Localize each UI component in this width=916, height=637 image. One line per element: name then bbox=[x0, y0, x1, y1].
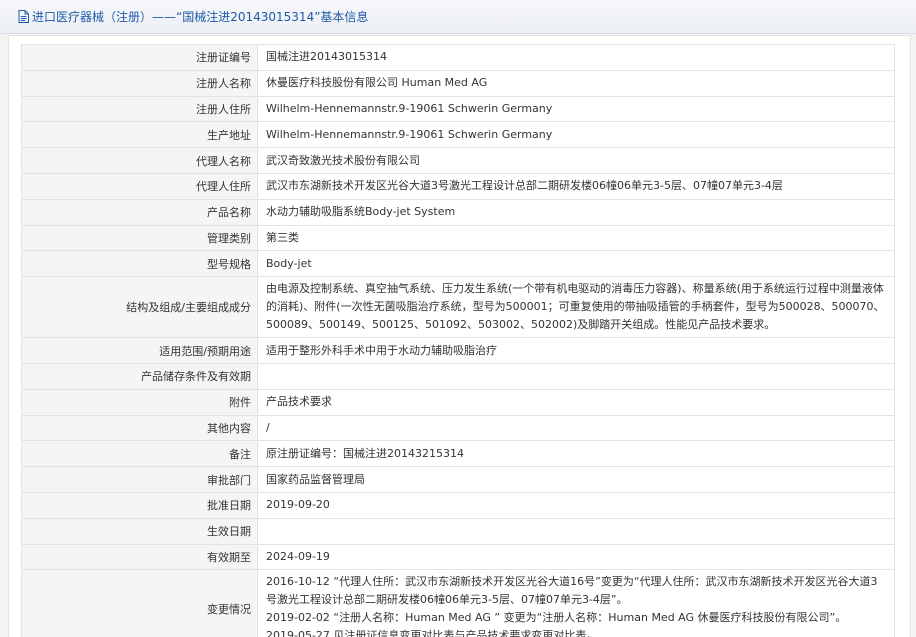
row-value: Wilhelm-Hennemannstr.9-19061 Schwerin Ge… bbox=[257, 121, 895, 149]
row-value: / bbox=[257, 414, 895, 442]
row-value: 武汉市东湖新技术开发区光谷大道3号激光工程设计总部二期研发楼06幢06单元3-5… bbox=[257, 172, 895, 200]
table-row: 有效期至 2024-09-19 bbox=[21, 543, 895, 571]
table-row: 生产地址 Wilhelm-Hennemannstr.9-19061 Schweri… bbox=[21, 121, 895, 149]
row-label: 型号规格 bbox=[21, 250, 258, 278]
info-table: 注册证编号 国械注进20143015314 注册人名称 休曼医疗科技股份有限公司 Hu… bbox=[21, 44, 895, 637]
document-icon bbox=[18, 10, 29, 23]
table-row: 结构及组成/主要组成成分 由电源及控制系统、真空抽气系统、压力发生系统(一个带有机… bbox=[21, 276, 895, 339]
page-frame: 进口医疗器械（注册）——“国械注进20143015314”基本信息 注册证编号国… bbox=[0, 0, 916, 637]
row-value: 产品技术要求 bbox=[257, 388, 895, 416]
row-value bbox=[257, 517, 895, 545]
row-value: 休曼医疗科技股份有限公司 Human Med AG bbox=[257, 69, 895, 97]
row-label: 生效日期 bbox=[21, 517, 258, 545]
row-value: Body-jet bbox=[257, 250, 895, 278]
row-value: 适用于整形外科手术中用于水动力辅助吸脂治疗 bbox=[257, 337, 895, 364]
table-row: 注册证编号 国械注进20143015314 bbox=[21, 44, 895, 71]
table-row: 代理人名称 武汉奇致激光技术股份有限公司 bbox=[21, 147, 895, 174]
row-value: 由电源及控制系统、真空抽气系统、压力发生系统(一个带有机电驱动的消毒压力容器)、… bbox=[257, 276, 895, 339]
table-row: 代理人住所 武汉市东湖新技术开发区光谷大道3号激光工程设计总部二期研发楼06幢06… bbox=[21, 172, 895, 200]
row-label: 结构及组成/主要组成成分 bbox=[21, 276, 258, 339]
row-value: 武汉奇致激光技术股份有限公司 bbox=[257, 147, 895, 174]
row-value: 国械注进20143015314 bbox=[257, 44, 895, 71]
detail-panel: 注册证编号 国械注进20143015314 注册人名称 休曼医疗科技股份有限公司 Hu… bbox=[8, 35, 911, 637]
row-label: 审批部门 bbox=[21, 466, 258, 493]
row-value: 第三类 bbox=[257, 224, 895, 252]
row-label: 注册人住所 bbox=[21, 95, 258, 123]
row-label: 变更情况 bbox=[21, 569, 258, 637]
row-label: 适用范围/预期用途 bbox=[21, 337, 258, 364]
row-label: 产品储存条件及有效期 bbox=[21, 362, 258, 390]
row-label: 注册人名称 bbox=[21, 69, 258, 97]
table-row: 审批部门 国家药品监督管理局 bbox=[21, 466, 895, 493]
row-label: 代理人名称 bbox=[21, 147, 258, 174]
row-label: 附件 bbox=[21, 388, 258, 416]
row-label: 有效期至 bbox=[21, 543, 258, 571]
row-value: 国家药品监督管理局 bbox=[257, 466, 895, 493]
row-label: 备注 bbox=[21, 440, 258, 468]
row-label: 产品名称 bbox=[21, 198, 258, 226]
change-log-entry: 2019-05-27 见注册证信息变更对比表与产品技术要求变更对比表。 bbox=[266, 629, 598, 637]
table-row: 型号规格 Body-jet bbox=[21, 250, 895, 278]
table-row: 注册人名称 休曼医疗科技股份有限公司 Human Med AG bbox=[21, 69, 895, 97]
table-row: 附件 产品技术要求 bbox=[21, 388, 895, 416]
table-row: 产品储存条件及有效期 bbox=[21, 362, 895, 390]
row-value: 原注册证编号：国械注进20143215314 bbox=[257, 440, 895, 468]
row-label: 代理人住所 bbox=[21, 172, 258, 200]
change-log-entry: 2016-10-12 “代理人住所：武汉市东湖新技术开发区光谷大道16号”变更为… bbox=[266, 575, 878, 607]
table-row: 备注 原注册证编号：国械注进20143215314 bbox=[21, 440, 895, 468]
row-value: Wilhelm-Hennemannstr.9-19061 Schwerin Ge… bbox=[257, 95, 895, 123]
page-title-bar: 进口医疗器械（注册）——“国械注进20143015314”基本信息 bbox=[0, 0, 916, 34]
table-row: 管理类别 第三类 bbox=[21, 224, 895, 252]
change-log-entry: 2019-02-02 “注册人名称：Human Med AG ” 变更为“注册人… bbox=[266, 611, 847, 625]
row-value: 2019-09-20 bbox=[257, 491, 895, 519]
change-log-value: 2016-10-12 “代理人住所：武汉市东湖新技术开发区光谷大道16号”变更为… bbox=[257, 569, 895, 637]
table-row-change-log: 变更情况 2016-10-12 “代理人住所：武汉市东湖新技术开发区光谷大道16号… bbox=[21, 569, 895, 637]
table-row: 产品名称 水动力辅助吸脂系统Body-jet System bbox=[21, 198, 895, 226]
row-label: 批准日期 bbox=[21, 491, 258, 519]
table-row: 适用范围/预期用途 适用于整形外科手术中用于水动力辅助吸脂治疗 bbox=[21, 337, 895, 364]
page-title: 进口医疗器械（注册）——“国械注进20143015314”基本信息 bbox=[32, 10, 369, 24]
row-label: 其他内容 bbox=[21, 414, 258, 442]
row-value bbox=[257, 362, 895, 390]
row-label: 注册证编号 bbox=[21, 44, 258, 71]
table-row: 生效日期 bbox=[21, 517, 895, 545]
row-value: 水动力辅助吸脂系统Body-jet System bbox=[257, 198, 895, 226]
table-row: 其他内容 / bbox=[21, 414, 895, 442]
row-label: 管理类别 bbox=[21, 224, 258, 252]
row-label: 生产地址 bbox=[21, 121, 258, 149]
table-row: 批准日期 2019-09-20 bbox=[21, 491, 895, 519]
table-row: 注册人住所 Wilhelm-Hennemannstr.9-19061 Schwer… bbox=[21, 95, 895, 123]
row-value: 2024-09-19 bbox=[257, 543, 895, 571]
